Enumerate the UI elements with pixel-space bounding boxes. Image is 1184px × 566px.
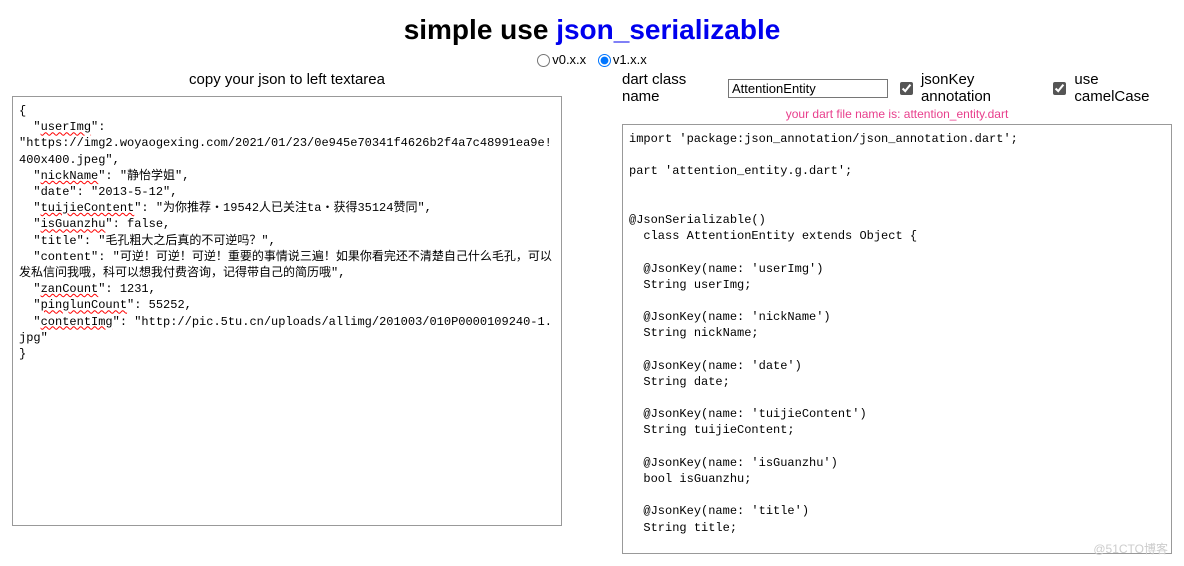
- right-column: dart class name jsonKey annotation use c…: [622, 71, 1172, 554]
- class-name-input[interactable]: [728, 79, 888, 98]
- radio-v0-input[interactable]: [537, 54, 550, 67]
- json-input[interactable]: { "userImg": "https://img2.woyaogexing.c…: [12, 96, 562, 526]
- jsonkey-checkbox[interactable]: [900, 82, 913, 95]
- jsonkey-label: jsonKey annotation: [921, 71, 1041, 105]
- title-prefix: simple use: [404, 14, 557, 45]
- left-header: copy your json to left textarea: [12, 71, 562, 88]
- title-link[interactable]: json_serializable: [556, 14, 780, 45]
- camelcase-checkbox[interactable]: [1053, 82, 1066, 95]
- watermark: @51CTO博客: [1093, 540, 1168, 557]
- page-title: simple use json_serializable: [0, 14, 1184, 46]
- class-name-label: dart class name: [622, 71, 722, 105]
- camelcase-label: use camelCase: [1074, 71, 1172, 105]
- radio-v1-label: v1.x.x: [613, 52, 647, 67]
- radio-v0[interactable]: v0.x.x: [537, 52, 586, 67]
- radio-v1-input[interactable]: [598, 54, 611, 67]
- filename-hint: your dart file name is: attention_entity…: [622, 107, 1172, 121]
- right-header: dart class name jsonKey annotation use c…: [622, 71, 1172, 105]
- version-radio-row: v0.x.x v1.x.x: [0, 52, 1184, 67]
- left-column: copy your json to left textarea { "userI…: [12, 71, 562, 554]
- dart-output[interactable]: import 'package:json_annotation/json_ann…: [622, 124, 1172, 554]
- radio-v1[interactable]: v1.x.x: [598, 52, 647, 67]
- radio-v0-label: v0.x.x: [552, 52, 586, 67]
